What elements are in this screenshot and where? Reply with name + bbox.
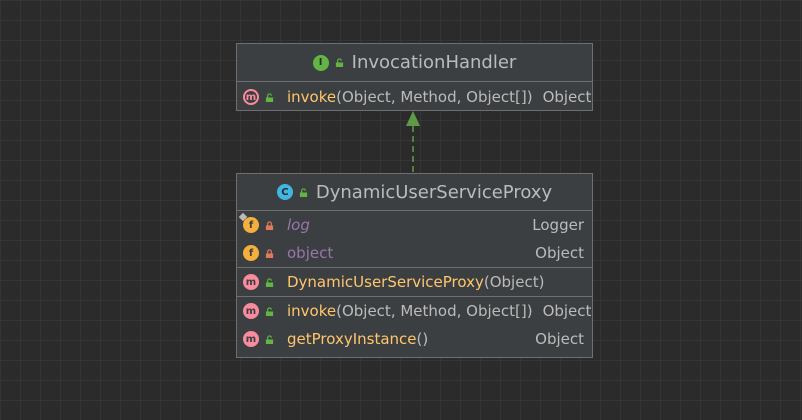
public-access-icon <box>265 334 274 344</box>
field-row[interactable]: f log Logger <box>237 211 592 239</box>
abstract-method-icon: m <box>243 89 259 105</box>
private-lock-icon <box>265 248 274 258</box>
class-constructors: m DynamicUserServiceProxy(Object) <box>237 268 592 297</box>
method-name: getProxyInstance <box>287 330 417 348</box>
constructor-row[interactable]: m DynamicUserServiceProxy(Object) <box>237 268 592 296</box>
class-header: C DynamicUserServiceProxy <box>237 174 592 211</box>
class-methods: m invoke(Object, Method, Object[]) Objec… <box>237 297 592 353</box>
private-lock-icon <box>265 220 274 230</box>
method-return-type: Object <box>535 330 584 348</box>
class-icon: C <box>276 184 293 200</box>
method-icon: m <box>243 274 259 290</box>
field-icon: f <box>243 245 259 261</box>
interface-node-invocationhandler[interactable]: I InvocationHandler m invoke(Object, Met… <box>236 43 593 111</box>
method-name: invoke <box>287 302 337 320</box>
field-row[interactable]: f object Object <box>237 239 592 267</box>
interface-methods: m invoke(Object, Method, Object[]) Objec… <box>237 82 592 111</box>
method-row[interactable]: m invoke(Object, Method, Object[]) Objec… <box>237 83 592 111</box>
field-type: Object <box>535 244 584 262</box>
class-title: DynamicUserServiceProxy <box>315 181 553 203</box>
method-icon: m <box>243 303 259 319</box>
method-return-type: Object <box>542 302 592 320</box>
class-fields: f log Logger f object Object <box>237 211 592 268</box>
method-params: () <box>416 330 429 348</box>
method-icon: m <box>243 331 259 347</box>
interface-title: InvocationHandler <box>351 52 517 73</box>
field-name: object <box>287 244 334 262</box>
method-params: (Object, Method, Object[]) <box>336 302 533 320</box>
public-access-icon <box>265 306 274 316</box>
field-type: Logger <box>532 216 584 234</box>
interface-icon: I <box>312 54 329 71</box>
implements-arrowhead <box>406 111 420 126</box>
static-field-icon: f <box>238 212 259 233</box>
method-return-type: Object <box>542 88 592 106</box>
method-name: invoke <box>287 88 337 106</box>
public-access-icon <box>265 277 274 287</box>
public-access-icon <box>335 58 343 67</box>
public-access-icon <box>265 92 274 102</box>
field-name: log <box>287 216 310 234</box>
method-row[interactable]: m invoke(Object, Method, Object[]) Objec… <box>237 297 592 325</box>
public-access-icon <box>299 187 307 197</box>
constructor-params: (Object) <box>483 273 545 291</box>
method-params: (Object, Method, Object[]) <box>336 88 533 106</box>
class-node-dynamicuserserviceproxy[interactable]: C DynamicUserServiceProxy f log Logger f… <box>236 173 593 358</box>
method-row[interactable]: m getProxyInstance() Object <box>237 325 592 353</box>
static-pin-icon <box>238 212 248 222</box>
interface-header: I InvocationHandler <box>237 44 592 82</box>
constructor-name: DynamicUserServiceProxy <box>287 273 484 291</box>
